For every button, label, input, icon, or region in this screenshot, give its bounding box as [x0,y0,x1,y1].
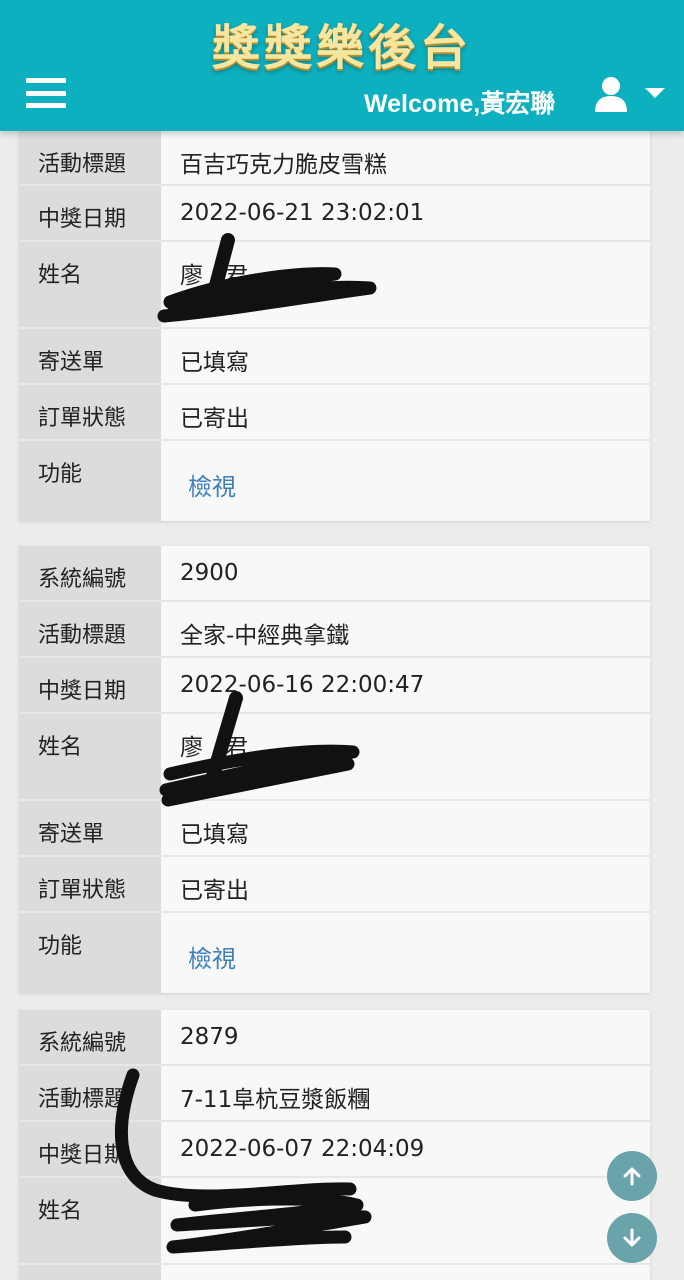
function-cell: 檢視 [161,913,650,993]
table-row: 功能 檢視 [19,441,650,521]
welcome-text: Welcome,黃宏聯 [364,90,556,118]
function-cell: 檢視 [161,441,650,521]
system-id: 2879 [161,1010,650,1064]
user-icon[interactable] [593,76,629,112]
row-label: 功能 [19,913,161,993]
table-row: 活動標題 百吉巧克力脆皮雪糕 [19,131,650,186]
row-label: 活動標題 [19,131,161,184]
order-status: 已寄出 [161,385,650,439]
hamburger-menu-icon[interactable] [26,78,66,108]
record-card: 活動標題 百吉巧克力脆皮雪糕 中獎日期 2022-06-21 23:02:01 … [19,131,650,521]
system-id: 2900 [161,546,650,600]
row-label: 功能 [19,441,161,521]
activity-title: 7-11阜杭豆漿飯糰 [161,1066,650,1120]
name-first: 廖 [180,735,203,761]
row-label: 寄送單 [19,801,161,855]
table-row: 寄送單 已填寫 [19,801,650,857]
table-row: 訂單狀態 已寄出 [19,385,650,441]
activity-title: 百吉巧克力脆皮雪糕 [161,131,650,184]
row-label: 中獎日期 [19,1122,161,1176]
row-label: 寄送單 [19,329,161,383]
table-row: 姓名 [19,1178,650,1265]
table-row: 系統編號 2900 [19,546,650,602]
win-date: 2022-06-21 23:02:01 [161,186,650,240]
row-label: 系統編號 [19,546,161,600]
arrow-down-icon [623,1228,641,1247]
win-date: 2022-06-07 22:04:09 [161,1122,650,1176]
row-label: 訂單狀態 [19,857,161,911]
activity-title: 全家-中經典拿鐵 [161,602,650,656]
table-row: 中獎日期 2022-06-21 23:02:01 [19,186,650,242]
name-last: 君 [224,735,248,761]
winner-name [161,1178,650,1263]
table-row: 中獎日期 2022-06-16 22:00:47 [19,658,650,714]
table-row: 系統編號 2879 [19,1010,650,1066]
row-label: 中獎日期 [19,186,161,240]
name-last: 君 [224,263,248,289]
record-card: 系統編號 2900 活動標題 全家-中經典拿鐵 中獎日期 2022-06-16 … [19,546,650,993]
record-card: 系統編號 2879 活動標題 7-11阜杭豆漿飯糰 中獎日期 2022-06-0… [19,1010,650,1280]
app-brand-title: 獎獎樂後台 [211,20,472,76]
winner-name: 廖 君 [161,714,650,799]
view-link[interactable]: 檢視 [188,467,236,502]
scroll-down-button[interactable] [607,1213,657,1263]
row-label: 活動標題 [19,1066,161,1120]
caret-down-icon[interactable] [645,88,665,98]
table-row: 姓名 廖 君 [19,242,650,329]
row-label: 訂單狀態 [19,385,161,439]
shipping-sheet-status: 已填寫 [161,329,650,383]
table-row: 姓名 廖 君 [19,714,650,801]
table-row: 寄送單 已填寫 [19,329,650,385]
row-label: 姓名 [19,714,161,799]
name-first: 廖 [180,263,203,289]
winner-name: 廖 君 [161,242,650,327]
row-label: 姓名 [19,1178,161,1263]
table-row: 訂單狀態 已寄出 [19,857,650,913]
table-row: 活動標題 7-11阜杭豆漿飯糰 [19,1066,650,1122]
row-label: 系統編號 [19,1010,161,1064]
shipping-sheet-status: 已填寫 [161,801,650,855]
row-label: 姓名 [19,242,161,327]
row-value [161,1265,650,1280]
arrow-up-icon [623,1167,641,1186]
row-label: 活動標題 [19,602,161,656]
row-label: 中獎日期 [19,658,161,712]
view-link[interactable]: 檢視 [188,939,236,974]
row-label [19,1265,161,1280]
app-header: 獎獎樂後台 Welcome,黃宏聯 [0,0,684,131]
table-row: 功能 檢視 [19,913,650,993]
order-status: 已寄出 [161,857,650,911]
win-date: 2022-06-16 22:00:47 [161,658,650,712]
table-row: 中獎日期 2022-06-07 22:04:09 [19,1122,650,1178]
table-row: 活動標題 全家-中經典拿鐵 [19,602,650,658]
scroll-up-button[interactable] [607,1151,657,1201]
table-row [19,1265,650,1280]
